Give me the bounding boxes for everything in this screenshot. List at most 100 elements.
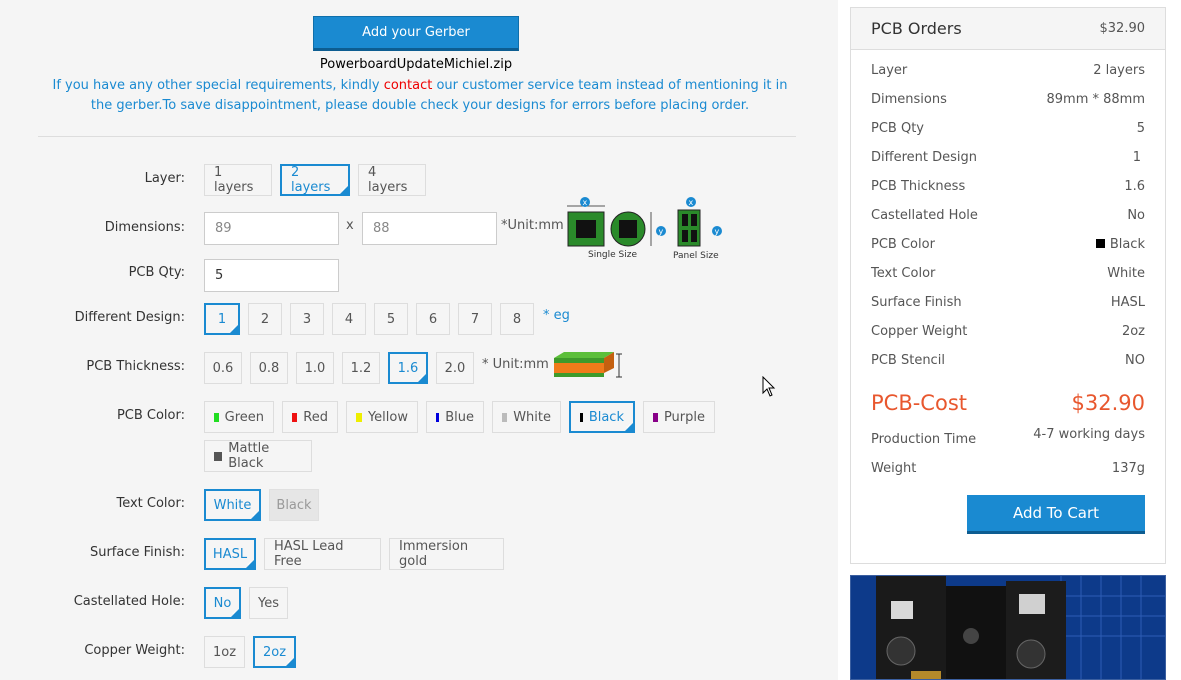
summary-row: PCB Color Black <box>871 237 1145 252</box>
dimensions-unit: *Unit:mm <box>501 218 564 233</box>
layer-option-2-label: 2 layers <box>291 165 331 195</box>
pcb-cost-value: $32.90 <box>1071 391 1145 415</box>
yellow-swatch <box>356 412 362 422</box>
red-swatch <box>292 412 298 422</box>
divider <box>38 136 796 137</box>
check-icon: ✓ <box>231 608 238 617</box>
text-color-option-white[interactable]: White ✓ <box>204 489 261 521</box>
panel-size-caption: Panel Size <box>673 251 719 260</box>
qty-input[interactable]: 5 <box>204 259 339 292</box>
thickness-option-1.6[interactable]: 1.6 ✓ <box>388 352 428 384</box>
thickness-option-1.0[interactable]: 1.0 <box>296 352 334 384</box>
color-option-yellow[interactable]: Yellow <box>346 401 418 433</box>
thickness-unit: * Unit:mm <box>482 357 549 372</box>
castellated-label: Castellated Hole: <box>73 594 185 609</box>
summary-price: $32.90 <box>1099 21 1146 36</box>
color-option-green[interactable]: Green <box>204 401 274 433</box>
design-eg-link[interactable]: * eg <box>543 308 570 323</box>
summary-row: PCB Thickness 1.6 <box>871 179 1145 194</box>
finish-option-immersion-gold[interactable]: Immersion gold <box>389 538 504 570</box>
add-to-cart-button[interactable]: Add To Cart <box>967 495 1145 534</box>
color-option-red[interactable]: Red <box>282 401 338 433</box>
summary-value-color: Black <box>1095 237 1145 252</box>
copper-option-2oz[interactable]: 2oz ✓ <box>253 636 296 668</box>
color-option-black[interactable]: Black ✓ <box>569 401 635 433</box>
summary-key: Dimensions <box>871 92 947 107</box>
summary-value: 1.6 <box>1124 179 1145 194</box>
finish-option-hasl[interactable]: HASL ✓ <box>204 538 256 570</box>
production-time-label: Production Time <box>871 432 977 447</box>
text-color-white-label: White <box>213 497 252 513</box>
color-option-white-label: White <box>513 409 551 425</box>
color-label: PCB Color: <box>116 408 185 423</box>
board-thickness-icon <box>554 352 622 378</box>
dimensions-separator: x <box>346 218 354 233</box>
color-option-blue[interactable]: Blue <box>426 401 484 433</box>
weight-label: Weight <box>871 461 917 476</box>
summary-header: PCB Orders $32.90 <box>851 8 1165 50</box>
qty-label: PCB Qty: <box>128 265 185 280</box>
color-option-white[interactable]: White <box>492 401 561 433</box>
weight-row: Weight 137g <box>871 461 1145 476</box>
summary-key: Castellated Hole <box>871 208 978 223</box>
contact-link[interactable]: contact <box>384 78 433 93</box>
single-size-caption: Single Size <box>588 250 637 260</box>
thickness-option-2.0[interactable]: 2.0 <box>436 352 474 384</box>
design-option-7[interactable]: 7 <box>458 303 492 335</box>
design-option-2[interactable]: 2 <box>248 303 282 335</box>
summary-value: NO <box>1125 353 1145 368</box>
summary-row: Different Design 1 <box>871 150 1145 165</box>
thickness-option-0.6[interactable]: 0.6 <box>204 352 242 384</box>
design-option-1-label: 1 <box>217 311 227 327</box>
castellated-option-yes[interactable]: Yes <box>249 587 288 619</box>
summary-row: Surface Finish HASL <box>871 295 1145 310</box>
thickness-option-1.2[interactable]: 1.2 <box>342 352 380 384</box>
summary-row: PCB Stencil NO <box>871 353 1145 368</box>
factory-machine-image <box>851 576 1165 679</box>
summary-value: 2oz <box>1121 324 1145 339</box>
castellated-option-no[interactable]: No ✓ <box>204 587 241 619</box>
text-color-option-black[interactable]: Black <box>269 489 319 521</box>
summary-key: Text Color <box>871 266 936 281</box>
finish-option-hasl-lead-free[interactable]: HASL Lead Free <box>264 538 381 570</box>
design-option-6[interactable]: 6 <box>416 303 450 335</box>
design-option-8[interactable]: 8 <box>500 303 534 335</box>
summary-row: Layer 2 layers <box>871 63 1145 78</box>
copper-label: Copper Weight: <box>84 643 185 658</box>
summary-key: Surface Finish <box>871 295 962 310</box>
summary-key: Different Design <box>871 150 977 165</box>
summary-key: PCB Qty <box>871 121 924 136</box>
factory-photo <box>850 575 1166 680</box>
color-option-yellow-label: Yellow <box>367 409 408 425</box>
color-option-mattle-black[interactable]: Mattle Black <box>204 440 312 472</box>
summary-value: 5 <box>1136 121 1145 136</box>
summary-value: 89mm * 88mm <box>1046 92 1145 107</box>
blue-swatch <box>436 412 440 422</box>
design-option-5[interactable]: 5 <box>374 303 408 335</box>
color-option-purple-label: Purple <box>663 409 705 425</box>
layer-option-2[interactable]: 2 layers ✓ <box>280 164 350 196</box>
design-option-4[interactable]: 4 <box>332 303 366 335</box>
order-summary-panel: PCB Orders $32.90 Layer 2 layers Dimensio… <box>850 7 1166 564</box>
add-gerber-button[interactable]: Add your Gerber <box>313 16 519 51</box>
svg-text:x: x <box>689 198 694 207</box>
mouse-cursor-icon <box>762 376 776 397</box>
design-option-3[interactable]: 3 <box>290 303 324 335</box>
thickness-option-0.8[interactable]: 0.8 <box>250 352 288 384</box>
color-option-black-label: Black <box>588 409 624 425</box>
summary-row: Copper Weight 2oz <box>871 324 1145 339</box>
copper-option-1oz[interactable]: 1oz <box>204 636 245 668</box>
production-time-row: Production Time 4-7 working days <box>871 427 1145 447</box>
layer-option-1[interactable]: 1 layers <box>204 164 272 196</box>
design-option-1[interactable]: 1 ✓ <box>204 303 240 335</box>
castellated-no-label: No <box>213 595 232 611</box>
board-size-illustration: x y x y Single Size Panel Size <box>567 197 722 260</box>
summary-value: HASL <box>1110 295 1145 310</box>
height-input[interactable]: 88 <box>362 212 497 245</box>
layer-option-4[interactable]: 4 layers <box>358 164 426 196</box>
dimensions-label: Dimensions: <box>104 220 185 235</box>
summary-row: Castellated Hole No <box>871 208 1145 223</box>
color-option-purple[interactable]: Purple <box>643 401 715 433</box>
summary-key: PCB Color <box>871 237 935 252</box>
width-input[interactable]: 89 <box>204 212 339 245</box>
